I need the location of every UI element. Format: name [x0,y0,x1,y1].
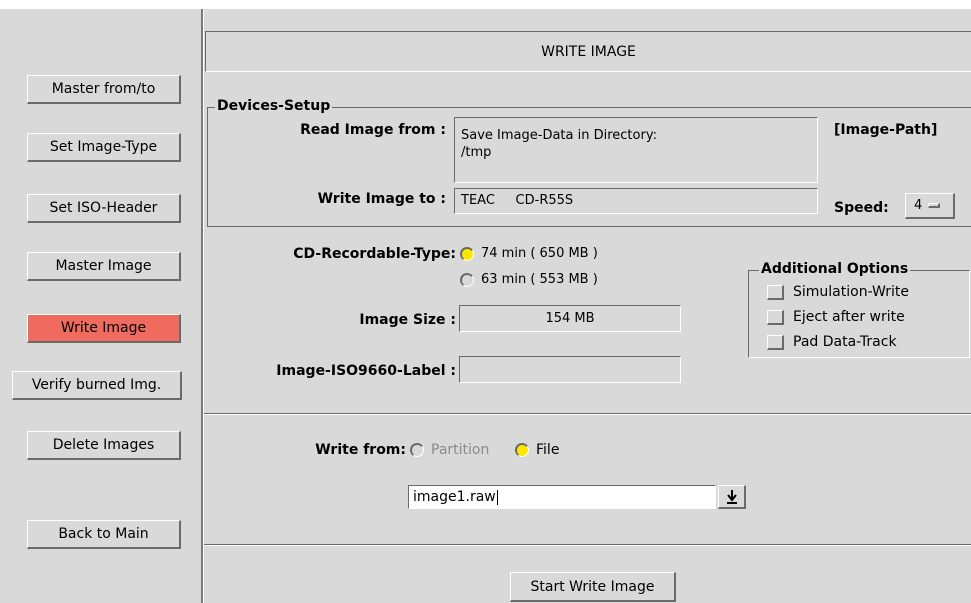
devices-setup-legend: Devices-Setup [215,98,333,114]
write-image-to-label: Write Image to : [317,191,446,207]
read-source-line1: Save Image-Data in Directory: [461,128,657,143]
simulation-write-label: Simulation-Write [793,284,910,300]
checkbox-icon[interactable] [767,334,784,350]
sidebar-item-set-image-type[interactable]: Set Image-Type [27,133,181,162]
pad-data-track-option[interactable]: Pad Data-Track [767,334,897,350]
radio-unselected-icon[interactable] [410,443,424,457]
iso-label-field[interactable] [459,356,681,383]
cd-type-74-label: 74 min ( 650 MB ) [481,246,598,261]
bottom-separator-highlight [204,545,971,546]
file-label: File [536,442,560,458]
radio-unselected-icon[interactable] [460,272,474,287]
write-from-partition-option[interactable]: Partition [410,442,489,458]
simulation-write-option[interactable]: Simulation-Write [767,284,909,300]
sidebar-item-back-to-main[interactable]: Back to Main [27,520,181,549]
cd-type-63-label: 63 min ( 553 MB ) [481,272,598,287]
option-menu-indicator-icon [928,203,941,208]
page-title: WRITE IMAGE [205,31,971,72]
sidebar-item-write-image[interactable]: Write Image [27,314,181,343]
checkbox-icon[interactable] [767,309,784,325]
sidebar-item-master-image[interactable]: Master Image [27,252,181,281]
top-strip [0,0,971,9]
cd-type-63-option[interactable]: 63 min ( 553 MB ) [460,272,598,287]
eject-after-write-label: Eject after write [793,309,905,325]
download-arrow-icon [726,489,737,504]
cd-type-label: CD-Recordable-Type: [293,246,456,262]
write-device-box: TEAC CD-R55S [454,188,818,214]
image-file-value: image1.raw [413,489,496,505]
sidebar-item-master-from-to[interactable]: Master from/to [27,75,181,104]
text-caret [496,489,498,505]
speed-value: 4 [914,198,923,213]
additional-options-legend: Additional Options [759,261,911,277]
read-source-line2: /tmp [461,145,492,160]
pad-data-track-label: Pad Data-Track [793,334,897,350]
read-image-source-box: Save Image-Data in Directory: /tmp [454,117,818,183]
partition-label: Partition [431,442,490,458]
file-dropdown-button[interactable] [718,485,746,509]
write-from-label: Write from: [315,442,406,458]
speed-option-menu[interactable]: 4 [905,193,955,219]
cd-type-74-option[interactable]: 74 min ( 650 MB ) [460,246,598,261]
image-file-input[interactable]: image1.raw [408,485,716,509]
write-from-file-option[interactable]: File [515,442,559,458]
sidebar-item-delete-images[interactable]: Delete Images [27,431,181,460]
image-size-label: Image Size : [359,312,456,328]
section-separator-highlight [204,414,971,415]
start-write-image-button[interactable]: Start Write Image [510,572,676,602]
image-path-label: [Image-Path] [834,122,938,138]
image-size-value: 154 MB [459,305,681,332]
read-image-from-label: Read Image from : [300,122,446,138]
sidebar-item-set-iso-header[interactable]: Set ISO-Header [27,194,181,223]
radio-selected-icon[interactable] [460,246,474,261]
radio-selected-icon[interactable] [515,443,529,457]
checkbox-icon[interactable] [767,284,784,300]
iso-label-label: Image-ISO9660-Label : [276,363,456,379]
sidebar-divider-highlight [203,9,204,603]
sidebar-item-verify-burned-img[interactable]: Verify burned Img. [12,371,182,400]
eject-after-write-option[interactable]: Eject after write [767,309,905,325]
speed-label: Speed: [834,200,889,216]
